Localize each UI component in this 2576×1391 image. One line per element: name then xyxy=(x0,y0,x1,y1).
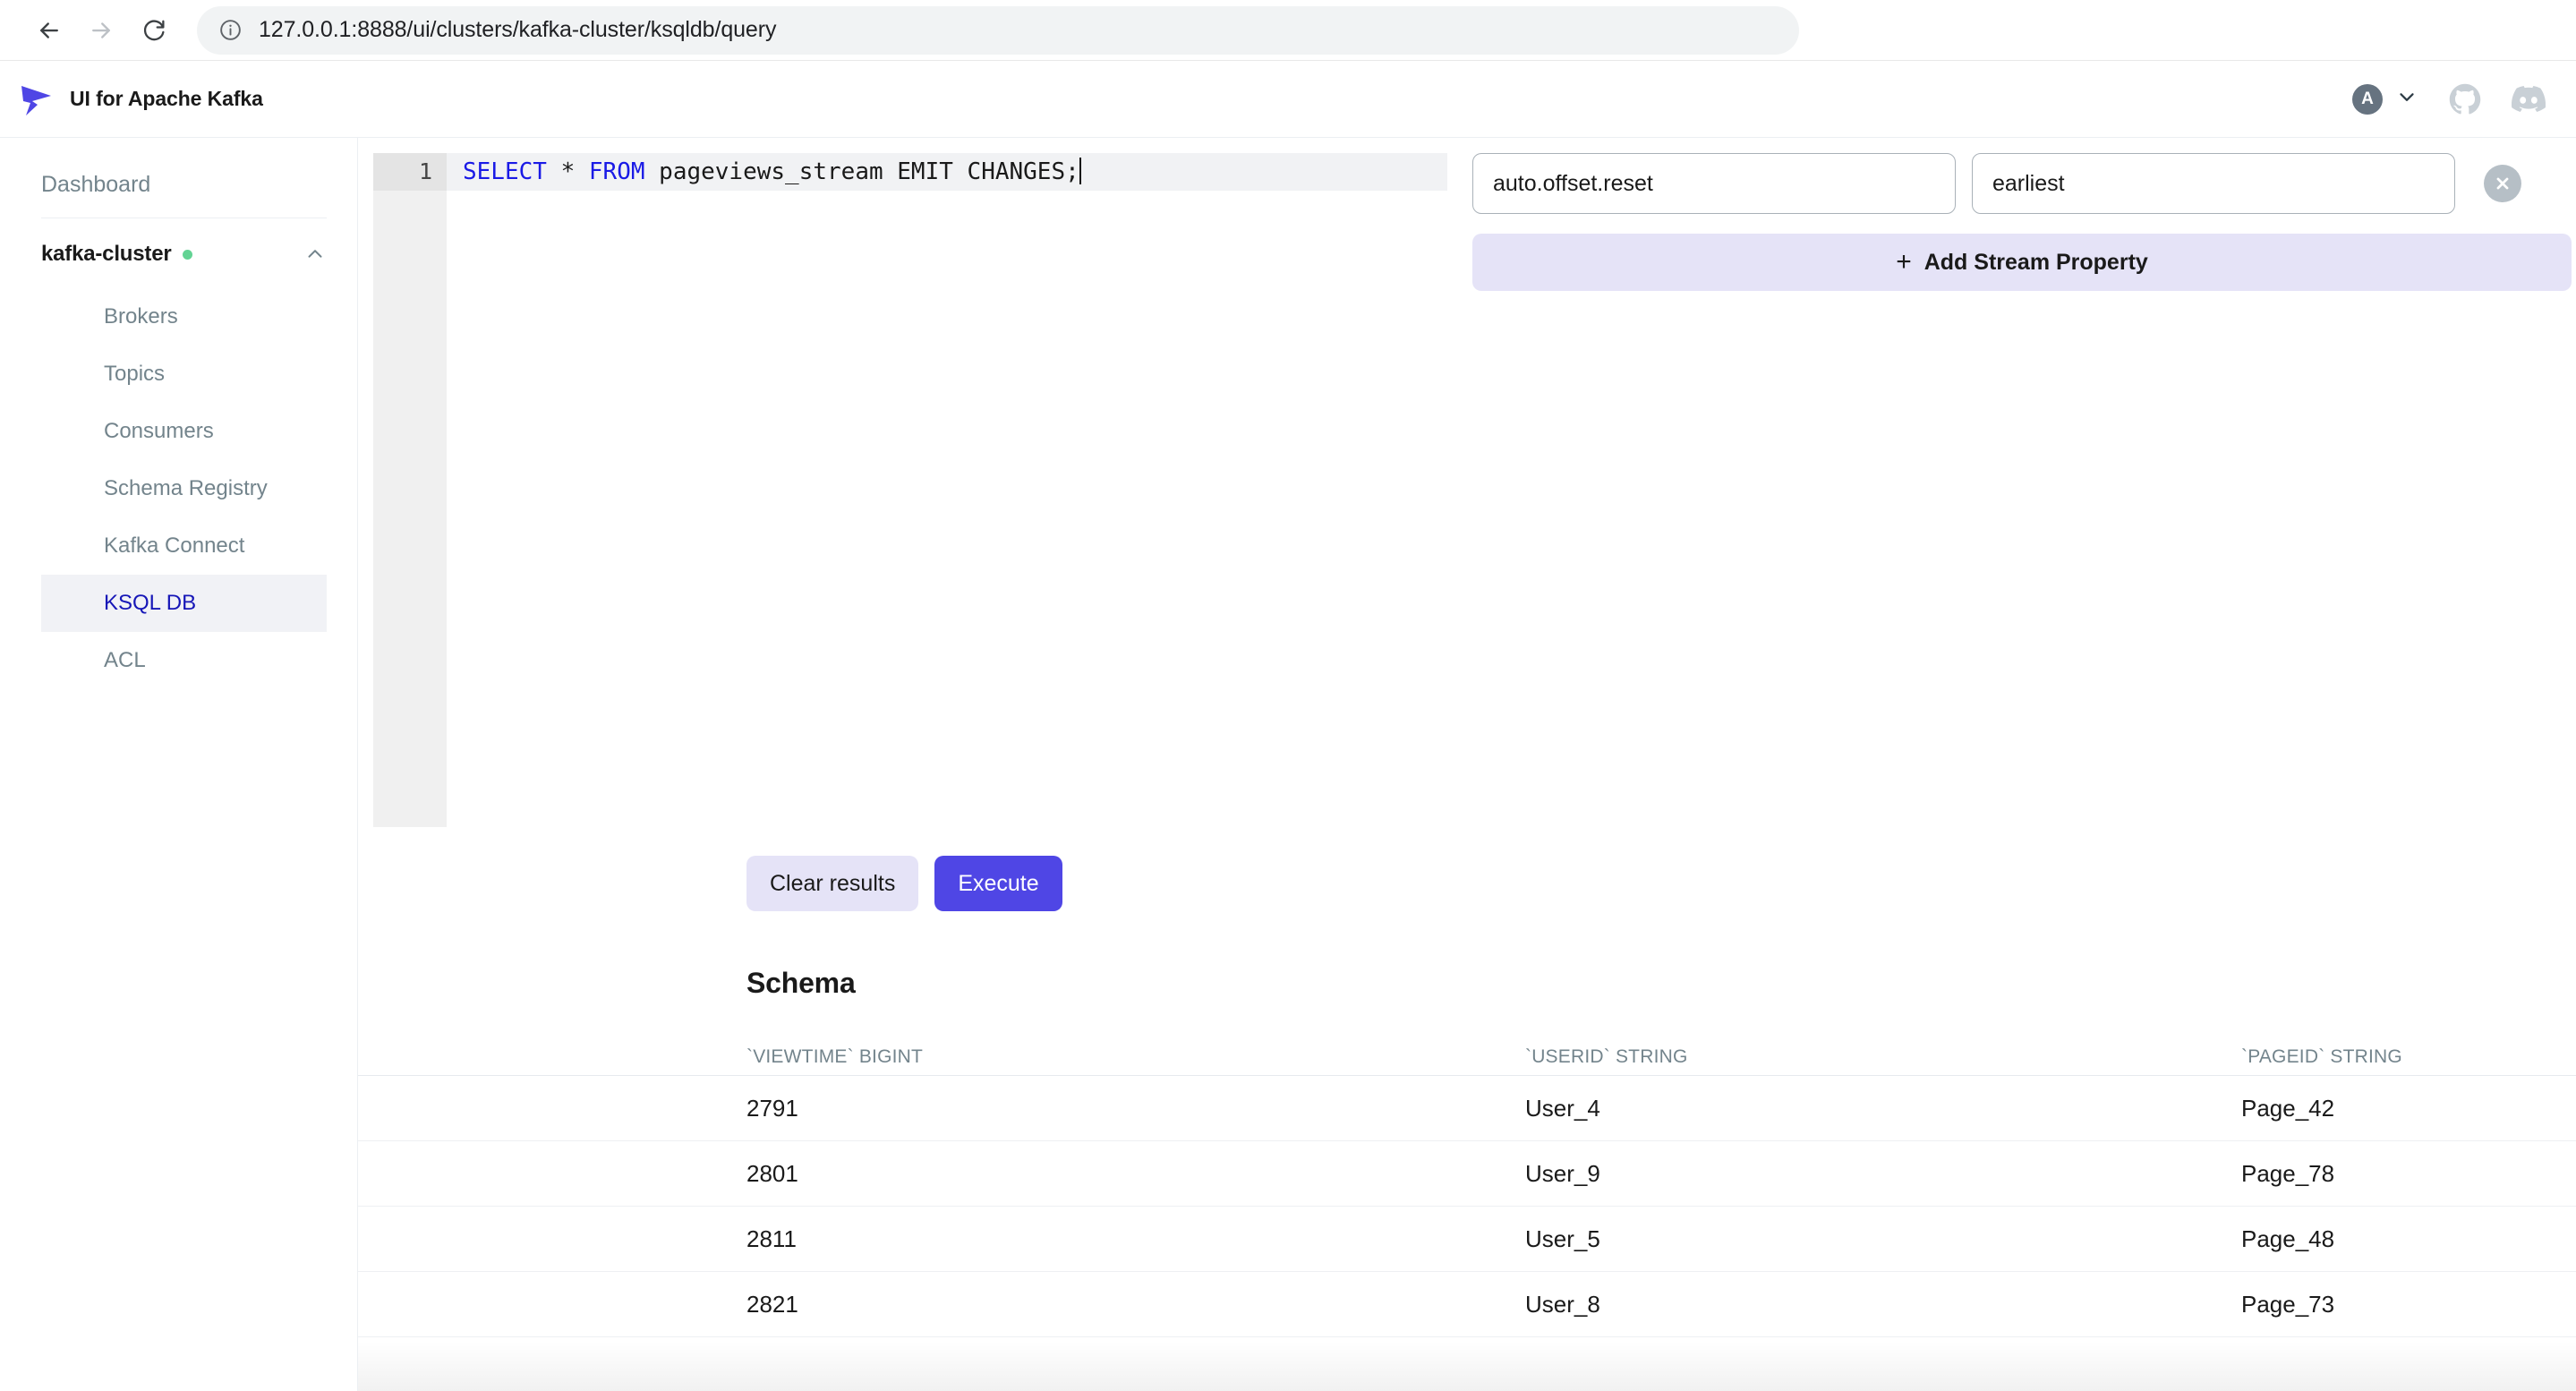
add-stream-property-label: Add Stream Property xyxy=(1924,250,2148,276)
column-header-viewtime: `VIEWTIME` BIGINT xyxy=(746,1046,1525,1068)
stream-properties-panel: + Add Stream Property xyxy=(1447,153,2576,827)
sidebar-item-kafka-connect[interactable]: Kafka Connect xyxy=(41,517,327,575)
address-bar-url: 127.0.0.1:8888/ui/clusters/kafka-cluster… xyxy=(259,17,776,43)
cell-userid: User_8 xyxy=(1525,1291,2241,1318)
results-table-header: `VIEWTIME` BIGINT `USERID` STRING `PAGEI… xyxy=(358,1038,2576,1076)
stream-property-row xyxy=(1472,153,2572,214)
cell-viewtime: 2811 xyxy=(746,1225,1525,1253)
sql-keyword-select: SELECT xyxy=(463,158,547,185)
cell-userid: User_9 xyxy=(1525,1160,2241,1188)
cell-pageid: Page_42 xyxy=(2241,1095,2576,1122)
arrow-right-icon xyxy=(88,17,115,44)
results-table: `VIEWTIME` BIGINT `USERID` STRING `PAGEI… xyxy=(358,1038,2576,1337)
app-body: Dashboard kafka-cluster Brokers Topics C… xyxy=(0,138,2576,1391)
query-actions: Clear results Execute xyxy=(358,856,2576,911)
execute-button[interactable]: Execute xyxy=(934,856,1062,911)
sidebar-item-acl[interactable]: ACL xyxy=(41,632,327,689)
scroll-shadow xyxy=(358,1341,2576,1391)
discord-link[interactable] xyxy=(2512,82,2546,116)
chevron-up-icon[interactable] xyxy=(303,243,327,266)
cell-viewtime: 2791 xyxy=(746,1095,1525,1122)
stream-property-key-input[interactable] xyxy=(1472,153,1956,214)
add-stream-property-button[interactable]: + Add Stream Property xyxy=(1472,234,2572,291)
cell-pageid: Page_48 xyxy=(2241,1225,2576,1253)
info-circle-icon[interactable] xyxy=(218,18,243,42)
column-header-pageid: `PAGEID` STRING xyxy=(2241,1046,2576,1068)
main-content: 1 SELECT * FROM pageviews_stream EMIT CH… xyxy=(358,138,2576,1391)
chevron-down-icon[interactable] xyxy=(2395,85,2418,113)
browser-forward-button[interactable] xyxy=(75,4,127,56)
table-row[interactable]: 2791 User_4 Page_42 xyxy=(358,1076,2576,1141)
sidebar-item-consumers[interactable]: Consumers xyxy=(41,403,327,460)
editor-line-number: 1 xyxy=(373,153,447,191)
remove-stream-property-button[interactable] xyxy=(2484,165,2521,202)
results-title: Schema xyxy=(358,967,2576,1000)
app-header: UI for Apache Kafka A xyxy=(0,61,2576,138)
browser-toolbar: 127.0.0.1:8888/ui/clusters/kafka-cluster… xyxy=(0,0,2576,61)
sql-keyword-from: FROM xyxy=(589,158,645,185)
cell-viewtime: 2801 xyxy=(746,1160,1525,1188)
text-cursor xyxy=(1079,158,1081,184)
browser-back-button[interactable] xyxy=(23,4,75,56)
sql-editor[interactable]: 1 SELECT * FROM pageviews_stream EMIT CH… xyxy=(373,153,1447,827)
cell-pageid: Page_73 xyxy=(2241,1291,2576,1318)
stream-property-value-input[interactable] xyxy=(1972,153,2455,214)
table-row[interactable]: 2811 User_5 Page_48 xyxy=(358,1207,2576,1272)
sql-star: * xyxy=(547,158,589,185)
sidebar-item-topics[interactable]: Topics xyxy=(41,346,327,403)
cell-pageid: Page_78 xyxy=(2241,1160,2576,1188)
sidebar-item-dashboard[interactable]: Dashboard xyxy=(0,163,357,218)
discord-icon xyxy=(2512,82,2546,116)
close-icon xyxy=(2493,174,2512,193)
arrow-left-icon xyxy=(36,17,63,44)
table-row[interactable]: 2821 User_8 Page_73 xyxy=(358,1272,2576,1337)
cluster-name: kafka-cluster xyxy=(41,242,171,267)
address-bar[interactable]: 127.0.0.1:8888/ui/clusters/kafka-cluster… xyxy=(197,6,1799,55)
browser-reload-button[interactable] xyxy=(127,4,179,56)
avatar: A xyxy=(2352,84,2383,115)
editor-code-line[interactable]: SELECT * FROM pageviews_stream EMIT CHAN… xyxy=(463,153,1081,191)
cell-userid: User_5 xyxy=(1525,1225,2241,1253)
reload-icon xyxy=(141,17,166,43)
brand-title: UI for Apache Kafka xyxy=(70,87,263,111)
sidebar-item-ksql-db[interactable]: KSQL DB xyxy=(41,575,327,632)
kafka-ui-logo-icon xyxy=(14,79,55,120)
cluster-header[interactable]: kafka-cluster xyxy=(0,218,357,286)
plus-icon: + xyxy=(1896,249,1912,276)
brand[interactable]: UI for Apache Kafka xyxy=(14,79,263,120)
editor-gutter xyxy=(373,153,447,827)
header-actions: A xyxy=(2352,82,2546,116)
github-icon xyxy=(2449,83,2481,115)
sidebar-item-brokers[interactable]: Brokers xyxy=(41,288,327,346)
cluster-status-dot xyxy=(183,250,192,260)
sql-tail: pageviews_stream EMIT CHANGES; xyxy=(645,158,1079,185)
sidebar-nav-list: Brokers Topics Consumers Schema Registry… xyxy=(0,286,357,689)
sidebar-item-schema-registry[interactable]: Schema Registry xyxy=(41,460,327,517)
user-menu[interactable]: A xyxy=(2352,84,2418,115)
cell-userid: User_4 xyxy=(1525,1095,2241,1122)
column-header-userid: `USERID` STRING xyxy=(1525,1046,2241,1068)
sidebar: Dashboard kafka-cluster Brokers Topics C… xyxy=(0,138,358,1391)
github-link[interactable] xyxy=(2449,83,2481,115)
cell-viewtime: 2821 xyxy=(746,1291,1525,1318)
query-area: 1 SELECT * FROM pageviews_stream EMIT CH… xyxy=(358,138,2576,827)
table-row[interactable]: 2801 User_9 Page_78 xyxy=(358,1141,2576,1207)
clear-results-button[interactable]: Clear results xyxy=(746,856,918,911)
